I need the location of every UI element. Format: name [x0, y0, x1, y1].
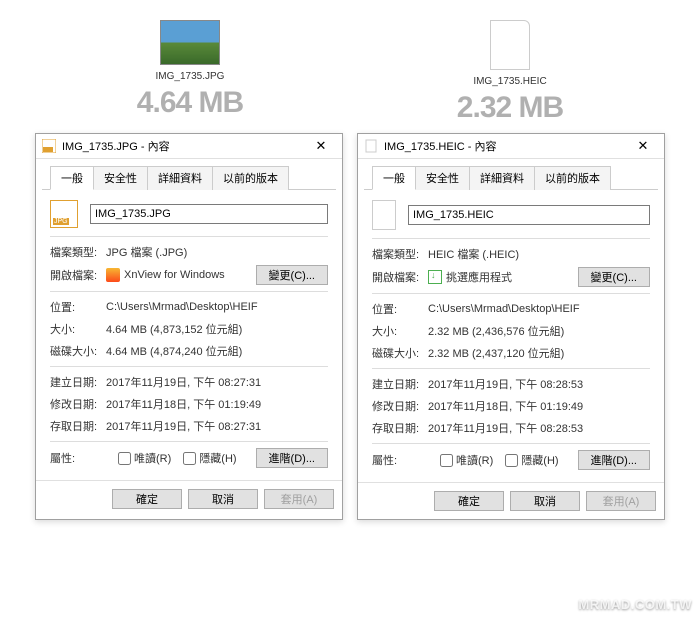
label-size: 大小:: [372, 323, 428, 339]
value-location: C:\Users\Mrmad\Desktop\HEIF: [428, 303, 650, 315]
tab-previous[interactable]: 以前的版本: [534, 166, 611, 190]
label-attributes: 屬性:: [50, 450, 106, 466]
value-filetype: JPG 檔案 (.JPG): [106, 244, 328, 260]
label-location: 位置:: [50, 299, 106, 315]
advanced-button[interactable]: 進階(D)...: [578, 450, 650, 470]
label-modified: 修改日期:: [50, 396, 106, 412]
value-location: C:\Users\Mrmad\Desktop\HEIF: [106, 301, 328, 313]
label-openwith: 開啟檔案:: [50, 267, 106, 283]
value-modified: 2017年11月18日, 下午 01:19:49: [106, 396, 328, 412]
value-accessed: 2017年11月19日, 下午 08:28:53: [428, 420, 650, 436]
change-button[interactable]: 變更(C)...: [578, 267, 650, 287]
label-modified: 修改日期:: [372, 398, 428, 414]
thumbnail-heic[interactable]: [490, 20, 530, 70]
readonly-checkbox[interactable]: 唯讀(R): [440, 452, 493, 468]
label-disksize: 磁碟大小:: [50, 343, 106, 359]
titlebar: IMG_1735.JPG - 內容 ✕: [36, 134, 342, 159]
ok-button[interactable]: 確定: [434, 491, 504, 511]
file-type-icon: [50, 200, 78, 228]
store-icon: [428, 270, 442, 284]
value-size: 4.64 MB (4,873,152 位元組): [106, 321, 328, 337]
label-accessed: 存取日期:: [372, 420, 428, 436]
file-icon: [364, 139, 378, 153]
tab-previous[interactable]: 以前的版本: [212, 166, 289, 190]
value-disksize: 2.32 MB (2,437,120 位元組): [428, 345, 650, 361]
close-button[interactable]: ✕: [306, 138, 336, 154]
value-openwith: XnView for Windows: [124, 269, 225, 281]
label-created: 建立日期:: [50, 374, 106, 390]
tab-general[interactable]: 一般: [50, 166, 94, 190]
tab-details[interactable]: 詳細資料: [469, 166, 535, 190]
titlebar: IMG_1735.HEIC - 內容 ✕: [358, 134, 664, 159]
apply-button[interactable]: 套用(A): [264, 489, 334, 509]
label-created: 建立日期:: [372, 376, 428, 392]
tabs: 一般 安全性 詳細資料 以前的版本: [42, 159, 336, 190]
properties-dialog-heic: IMG_1735.HEIC - 內容 ✕ 一般 安全性 詳細資料 以前的版本 檔…: [357, 133, 665, 520]
window-title: IMG_1735.HEIC - 內容: [384, 138, 622, 154]
size-headline: 4.64 MB: [35, 86, 345, 120]
watermark: MRMAD.COM.TW: [578, 597, 692, 612]
xnview-icon: [106, 268, 120, 282]
thumbnail-label: IMG_1735.JPG: [35, 71, 345, 82]
file-preview-right: IMG_1735.HEIC 2.32 MB: [355, 0, 665, 125]
label-filetype: 檔案類型:: [372, 246, 428, 262]
apply-button[interactable]: 套用(A): [586, 491, 656, 511]
value-created: 2017年11月19日, 下午 08:27:31: [106, 374, 328, 390]
label-openwith: 開啟檔案:: [372, 269, 428, 285]
thumbnail-jpg[interactable]: [160, 20, 220, 65]
close-button[interactable]: ✕: [628, 138, 658, 154]
tab-details[interactable]: 詳細資料: [147, 166, 213, 190]
properties-dialog-jpg: IMG_1735.JPG - 內容 ✕ 一般 安全性 詳細資料 以前的版本 檔案…: [35, 133, 343, 520]
change-button[interactable]: 變更(C)...: [256, 265, 328, 285]
window-title: IMG_1735.JPG - 內容: [62, 138, 300, 154]
advanced-button[interactable]: 進階(D)...: [256, 448, 328, 468]
cancel-button[interactable]: 取消: [188, 489, 258, 509]
tabs: 一般 安全性 詳細資料 以前的版本: [364, 159, 658, 190]
file-preview-left: IMG_1735.JPG 4.64 MB: [35, 0, 345, 125]
label-location: 位置:: [372, 301, 428, 317]
jpg-icon: [42, 139, 56, 153]
file-type-icon: [372, 200, 396, 230]
value-created: 2017年11月19日, 下午 08:28:53: [428, 376, 650, 392]
filename-input[interactable]: [408, 205, 650, 225]
tab-general[interactable]: 一般: [372, 166, 416, 190]
value-openwith: 挑選應用程式: [446, 269, 512, 285]
value-filetype: HEIC 檔案 (.HEIC): [428, 246, 650, 262]
label-filetype: 檔案類型:: [50, 244, 106, 260]
value-modified: 2017年11月18日, 下午 01:19:49: [428, 398, 650, 414]
label-size: 大小:: [50, 321, 106, 337]
readonly-checkbox[interactable]: 唯讀(R): [118, 450, 171, 466]
thumbnail-label: IMG_1735.HEIC: [355, 76, 665, 87]
tab-security[interactable]: 安全性: [415, 166, 470, 190]
cancel-button[interactable]: 取消: [510, 491, 580, 511]
hidden-checkbox[interactable]: 隱藏(H): [505, 452, 558, 468]
ok-button[interactable]: 確定: [112, 489, 182, 509]
size-headline: 2.32 MB: [355, 91, 665, 125]
label-attributes: 屬性:: [372, 452, 428, 468]
label-disksize: 磁碟大小:: [372, 345, 428, 361]
tab-security[interactable]: 安全性: [93, 166, 148, 190]
filename-input[interactable]: [90, 204, 328, 224]
value-disksize: 4.64 MB (4,874,240 位元組): [106, 343, 328, 359]
hidden-checkbox[interactable]: 隱藏(H): [183, 450, 236, 466]
value-size: 2.32 MB (2,436,576 位元組): [428, 323, 650, 339]
value-accessed: 2017年11月19日, 下午 08:27:31: [106, 418, 328, 434]
label-accessed: 存取日期:: [50, 418, 106, 434]
